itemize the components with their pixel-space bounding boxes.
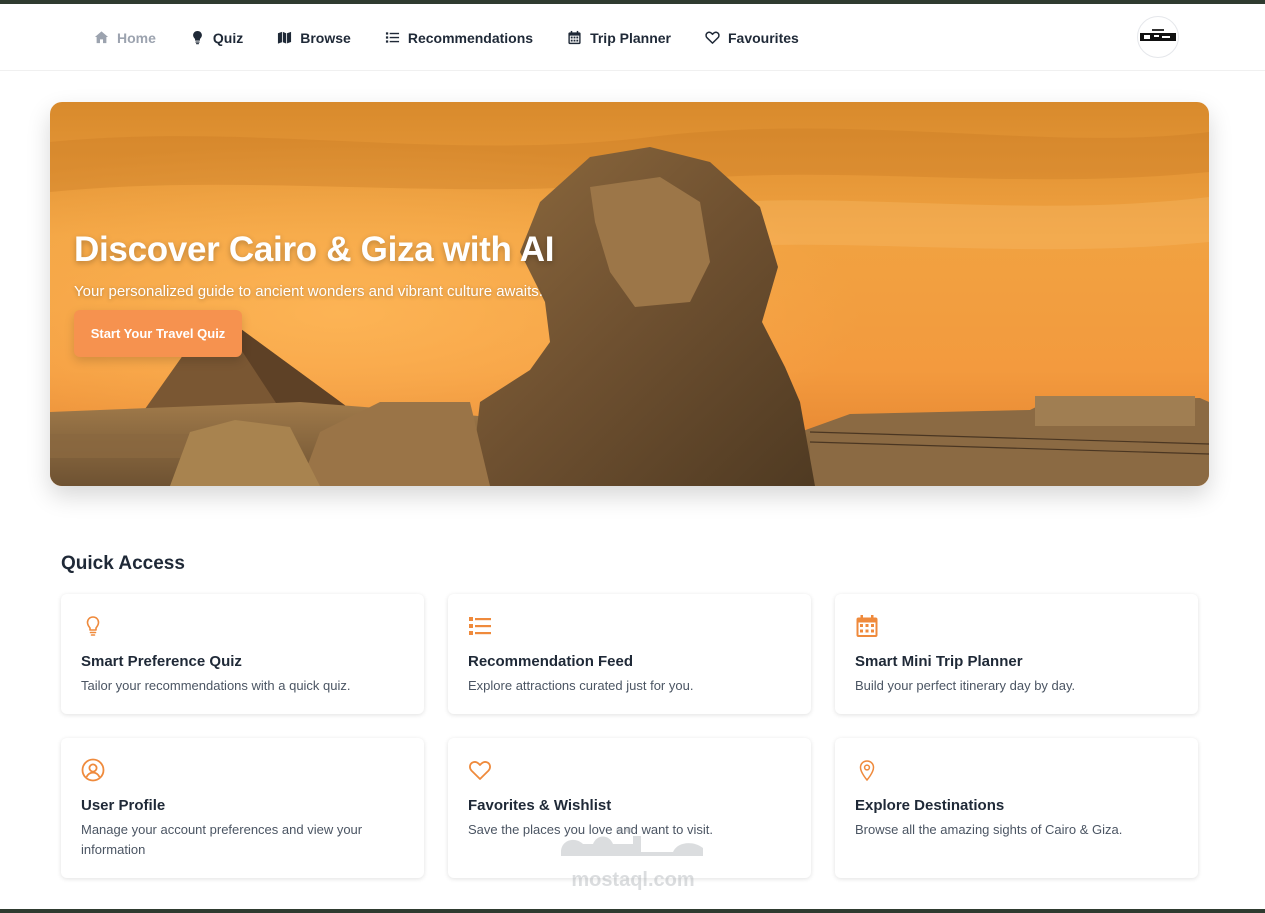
map-icon — [277, 30, 292, 45]
card-description: Build your perfect itinerary day by day. — [855, 678, 1076, 693]
heart-icon — [705, 30, 720, 45]
card-description: Save the places you love and want to vis… — [468, 822, 713, 837]
card-favorites-wishlist[interactable]: Favorites & Wishlist Save the places you… — [448, 738, 811, 878]
card-smart-mini-trip-planner[interactable]: Smart Mini Trip Planner Build your perfe… — [835, 594, 1198, 714]
card-description: Explore attractions curated just for you… — [468, 678, 694, 693]
bottom-border — [0, 909, 1265, 913]
nav-home[interactable]: Home — [94, 30, 156, 46]
nav-recommendations-label: Recommendations — [407, 29, 534, 46]
nav-home-label: Home — [117, 29, 156, 46]
card-title: Favorites & Wishlist — [468, 797, 612, 814]
card-recommendation-feed[interactable]: Recommendation Feed Explore attractions … — [448, 594, 811, 714]
card-description: Browse all the amazing sights of Cairo &… — [855, 822, 1123, 837]
list-icon — [468, 614, 492, 638]
nav-trip-planner[interactable]: Trip Planner — [567, 30, 671, 46]
user-avatar[interactable] — [1137, 16, 1179, 58]
nav-browse[interactable]: Browse — [277, 30, 351, 46]
card-description: Manage your account preferences and view… — [81, 822, 363, 857]
card-explore-destinations[interactable]: Explore Destinations Browse all the amaz… — [835, 738, 1198, 878]
user-circle-icon — [81, 758, 105, 782]
card-title: Recommendation Feed — [468, 653, 634, 670]
nav-recommendations[interactable]: Recommendations — [385, 30, 533, 46]
hero-title: Discover Cairo & Giza with AI — [74, 230, 555, 269]
card-title: Smart Mini Trip Planner — [855, 653, 1023, 670]
calendar-icon — [567, 30, 582, 45]
start-quiz-button[interactable]: Start Your Travel Quiz — [74, 310, 242, 357]
card-description: Tailor your recommendations with a quick… — [81, 678, 351, 693]
nav-quiz[interactable]: Quiz — [190, 30, 243, 46]
nav-browse-label: Browse — [300, 29, 351, 46]
navbar: Home Quiz Browse Recommendations Trip Pl… — [0, 4, 1265, 71]
card-title: Smart Preference Quiz — [81, 653, 242, 670]
quick-access-heading: Quick Access — [61, 553, 185, 574]
calendar-icon — [855, 614, 879, 638]
nav-quiz-label: Quiz — [212, 29, 244, 46]
nav-trip-planner-label: Trip Planner — [590, 29, 671, 46]
nav-menu: Home Quiz Browse Recommendations Trip Pl… — [94, 4, 833, 71]
card-title: User Profile — [81, 797, 166, 814]
home-icon — [94, 30, 109, 45]
lightbulb-icon — [81, 614, 105, 638]
nav-favourites[interactable]: Favourites — [705, 30, 799, 46]
card-title: Explore Destinations — [855, 797, 1005, 814]
lightbulb-icon — [190, 30, 205, 45]
card-user-profile[interactable]: User Profile Manage your account prefere… — [61, 738, 424, 878]
hero-subtitle: Your personalized guide to ancient wonde… — [74, 283, 543, 300]
map-pin-icon — [855, 758, 879, 782]
heart-icon — [468, 758, 492, 782]
card-smart-preference-quiz[interactable]: Smart Preference Quiz Tailor your recomm… — [61, 594, 424, 714]
nav-favourites-label: Favourites — [728, 29, 799, 46]
list-icon — [385, 30, 400, 45]
hero-banner: Discover Cairo & Giza with AI Your perso… — [50, 102, 1209, 486]
